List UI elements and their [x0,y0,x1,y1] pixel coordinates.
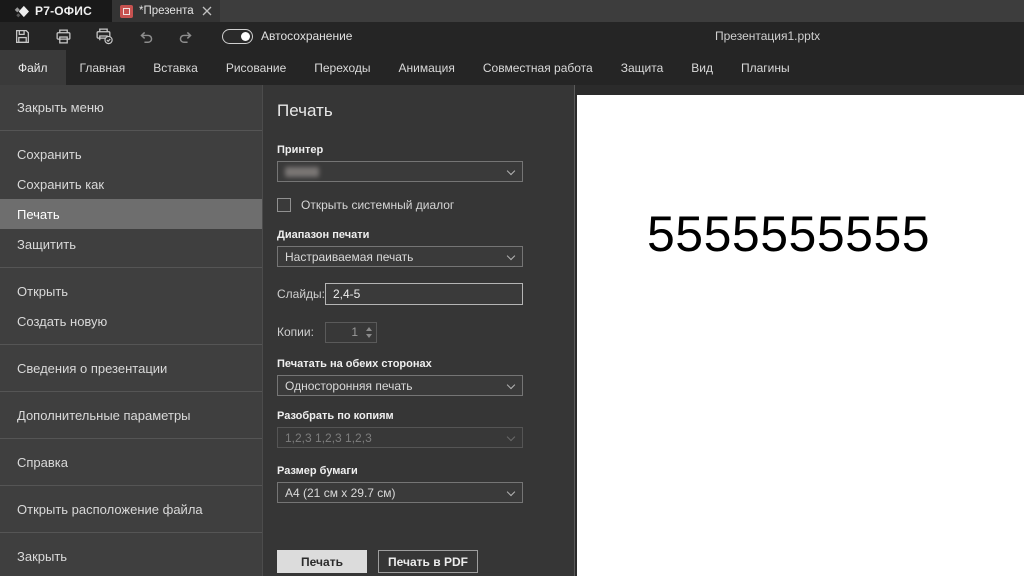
quick-access-toolbar: Автосохранение Презентация1.pptx [0,22,1024,50]
chevron-down-icon [506,166,516,176]
copies-label: Копии: [277,325,314,339]
print-settings-panel: Печать Принтер Открыть системный диалог … [263,85,575,576]
collate-select: 1,2,3 1,2,3 1,2,3 [277,427,523,448]
print-range-label: Диапазон печати [277,229,370,241]
tab-file[interactable]: Файл [0,50,66,85]
sidebar-item-create-new[interactable]: Создать новую [0,306,262,336]
r7-office-logo-icon [14,4,29,19]
tab-home[interactable]: Главная [66,50,140,85]
document-tab-title: *Презентация... [139,5,194,17]
divider [0,344,262,345]
sidebar-item-save-as[interactable]: Сохранить как [0,169,262,199]
slides-row: Слайды: 2,4-5 [277,283,560,305]
divider [0,532,262,533]
paper-size-value: A4 (21 см x 29.7 см) [285,485,396,500]
sidebar-item-close-menu[interactable]: Закрыть меню [0,92,262,122]
printer-name-redacted [285,166,319,177]
app-logo-section[interactable]: Р7-ОФИС [0,0,112,22]
copies-value: 1 [351,325,358,339]
close-icon[interactable] [200,4,214,18]
arrow-down-icon[interactable] [366,333,372,338]
panel-heading: Печать [277,101,333,120]
file-menu-content: Закрыть меню Сохранить Сохранить как Печ… [0,85,1024,576]
quick-print-button[interactable] [90,24,118,48]
print-to-pdf-button[interactable]: Печать в PDF [378,550,478,573]
autosave-toggle[interactable] [222,28,253,44]
chevron-down-icon [506,251,516,261]
print-preview-area: 5555555555 [575,85,1024,576]
slides-label: Слайды: [277,287,326,301]
print-range-value: Настраиваемая печать [285,249,414,264]
both-sides-label: Печатать на обеих сторонах [277,358,432,370]
system-dialog-checkbox[interactable] [277,198,291,212]
arrow-up-icon[interactable] [366,326,372,331]
divider [0,391,262,392]
divider [0,485,262,486]
chevron-down-icon [506,432,516,442]
sidebar-item-protect[interactable]: Защитить [0,229,262,259]
slide-text: 5555555555 [647,206,931,262]
redo-icon [178,28,195,45]
document-filename: Презентация1.pptx [715,29,821,43]
undo-button[interactable] [131,24,159,48]
presentation-app-icon [120,4,133,18]
sidebar-item-save[interactable]: Сохранить [0,139,262,169]
printer-select[interactable] [277,161,523,182]
system-dialog-label: Открыть системный диалог [301,198,455,212]
panel-buttons: Печать Печать в PDF [277,550,478,573]
sidebar-item-close[interactable]: Закрыть [0,541,262,571]
printer-label: Принтер [277,144,324,156]
paper-size-select[interactable]: A4 (21 см x 29.7 см) [277,482,523,503]
sidebar-item-open-file-location[interactable]: Открыть расположение файла [0,494,262,524]
autosave-toggle-group: Автосохранение [222,28,353,44]
tab-plugins[interactable]: Плагины [727,50,804,85]
save-button[interactable] [8,24,36,48]
collate-label: Разобрать по копиям [277,410,394,422]
quick-print-icon [95,27,113,45]
sidebar-item-help[interactable]: Справка [0,447,262,477]
print-range-select[interactable]: Настраиваемая печать [277,246,523,267]
stepper-arrows[interactable] [362,323,376,342]
tab-transitions[interactable]: Переходы [300,50,384,85]
sidebar-item-advanced-settings[interactable]: Дополнительные параметры [0,400,262,430]
print-button[interactable] [49,24,77,48]
copies-row: Копии: 1 [277,321,560,343]
tab-collaboration[interactable]: Совместная работа [469,50,607,85]
document-tab[interactable]: *Презентация... [112,0,220,22]
divider [0,267,262,268]
system-dialog-row: Открыть системный диалог [277,198,560,212]
save-icon [14,28,31,45]
both-sides-select[interactable]: Односторонняя печать [277,375,523,396]
sidebar-item-presentation-info[interactable]: Сведения о презентации [0,353,262,383]
toggle-knob [241,31,250,41]
tab-insert[interactable]: Вставка [139,50,212,85]
slide-preview: 5555555555 [577,95,1024,576]
slides-input[interactable]: 2,4-5 [325,283,523,305]
divider [0,130,262,131]
redo-button[interactable] [172,24,200,48]
divider [0,438,262,439]
sidebar-item-open[interactable]: Открыть [0,276,262,306]
chevron-down-icon [506,487,516,497]
print-submit-button[interactable]: Печать [277,550,367,573]
undo-icon [137,28,154,45]
file-menu-sidebar: Закрыть меню Сохранить Сохранить как Печ… [0,85,263,576]
autosave-label: Автосохранение [261,29,353,43]
sidebar-item-print[interactable]: Печать [0,199,262,229]
both-sides-value: Односторонняя печать [285,378,413,393]
tab-protection[interactable]: Защита [607,50,678,85]
collate-value: 1,2,3 1,2,3 1,2,3 [285,430,372,445]
app-name: Р7-ОФИС [35,4,92,18]
copies-stepper[interactable]: 1 [325,321,377,343]
tab-draw[interactable]: Рисование [212,50,300,85]
menubar: Файл Главная Вставка Рисование Переходы … [0,50,1024,85]
tab-view[interactable]: Вид [677,50,727,85]
chevron-down-icon [506,380,516,390]
paper-size-label: Размер бумаги [277,465,358,477]
titlebar: Р7-ОФИС *Презентация... [0,0,1024,22]
print-icon [55,28,72,45]
tab-animation[interactable]: Анимация [385,50,469,85]
